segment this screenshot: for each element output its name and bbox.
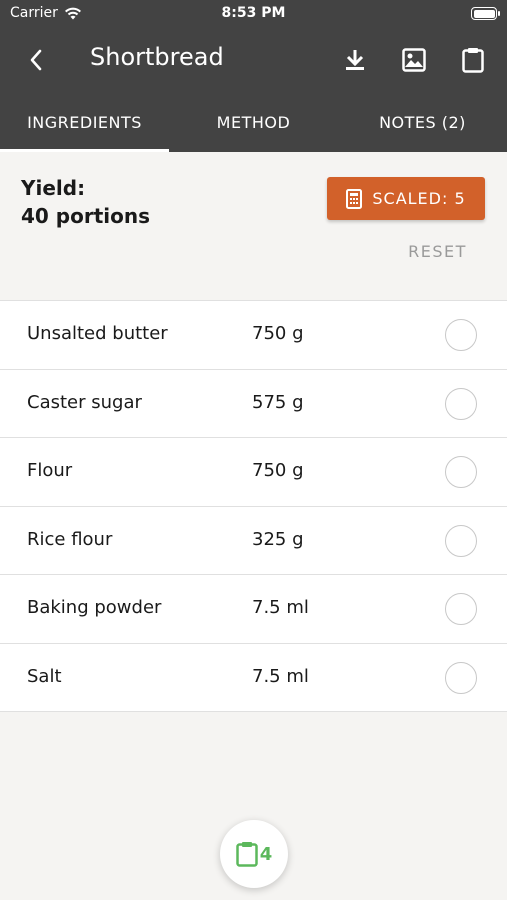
yield-section: Yield: 40 portions SCALED: 5 RESET	[0, 152, 507, 300]
tab-bar: INGREDIENTS METHOD NOTES (2)	[0, 92, 507, 152]
ingredient-row: Rice flour 325 g	[0, 507, 507, 575]
scaled-button[interactable]: SCALED: 5	[327, 177, 485, 220]
ingredient-quantity: 750 g	[252, 460, 304, 481]
ingredient-quantity: 7.5 ml	[252, 597, 309, 618]
reset-button[interactable]: RESET	[400, 242, 475, 266]
ingredient-row: Baking powder 7.5 ml	[0, 575, 507, 644]
ingredient-checkbox[interactable]	[445, 387, 477, 420]
tab-ingredients[interactable]: INGREDIENTS	[0, 92, 169, 152]
yield-value: 40 portions	[21, 204, 151, 228]
ingredient-checkbox[interactable]	[445, 593, 477, 625]
ingredient-name: Salt	[27, 665, 62, 687]
ingredient-row: Flour 750 g	[0, 438, 507, 507]
ingredient-row: Unsalted butter 750 g	[0, 301, 507, 370]
ingredient-quantity: 575 g	[252, 391, 304, 413]
fab-count: 4	[259, 843, 273, 865]
nav-bar: Shortbread	[0, 28, 507, 92]
ingredient-quantity: 7.5 ml	[252, 665, 309, 687]
ingredient-checkbox[interactable]	[445, 456, 477, 488]
tab-notes[interactable]: NOTES (2)	[338, 92, 507, 152]
clipboard-button[interactable]	[455, 42, 491, 78]
ingredient-quantity: 325 g	[252, 528, 304, 550]
clipboard-check-icon	[235, 842, 258, 867]
scaled-label: SCALED: 5	[372, 189, 466, 208]
status-bar: Carrier 8:53 PM	[0, 0, 507, 28]
tab-method[interactable]: METHOD	[169, 92, 338, 152]
ingredient-name: Rice flour	[27, 528, 113, 550]
back-chevron-icon	[30, 49, 42, 71]
download-button[interactable]	[337, 42, 373, 78]
image-icon	[402, 48, 426, 72]
ingredient-name: Baking powder	[27, 597, 162, 618]
shopping-list-fab[interactable]: 4	[220, 820, 288, 888]
page-title: Shortbread	[90, 43, 224, 71]
ingredient-name: Unsalted butter	[27, 323, 168, 344]
ingredient-name: Caster sugar	[27, 391, 142, 413]
image-button[interactable]	[396, 42, 432, 78]
back-button[interactable]	[20, 44, 52, 76]
ingredient-list: Unsalted butter 750 g Caster sugar 575 g…	[0, 300, 507, 712]
status-time: 8:53 PM	[221, 5, 286, 21]
download-icon	[346, 50, 364, 70]
clipboard-icon	[462, 48, 484, 73]
ingredient-checkbox[interactable]	[445, 524, 477, 557]
calculator-icon	[346, 188, 363, 209]
battery-icon	[471, 7, 500, 20]
ingredient-row: Caster sugar 575 g	[0, 370, 507, 438]
yield-label: Yield:	[21, 176, 86, 200]
ingredient-row: Salt 7.5 ml	[0, 644, 507, 712]
ingredient-checkbox[interactable]	[445, 661, 477, 694]
ingredient-quantity: 750 g	[252, 323, 304, 344]
ingredient-name: Flour	[27, 460, 73, 481]
ingredient-checkbox[interactable]	[445, 319, 477, 351]
